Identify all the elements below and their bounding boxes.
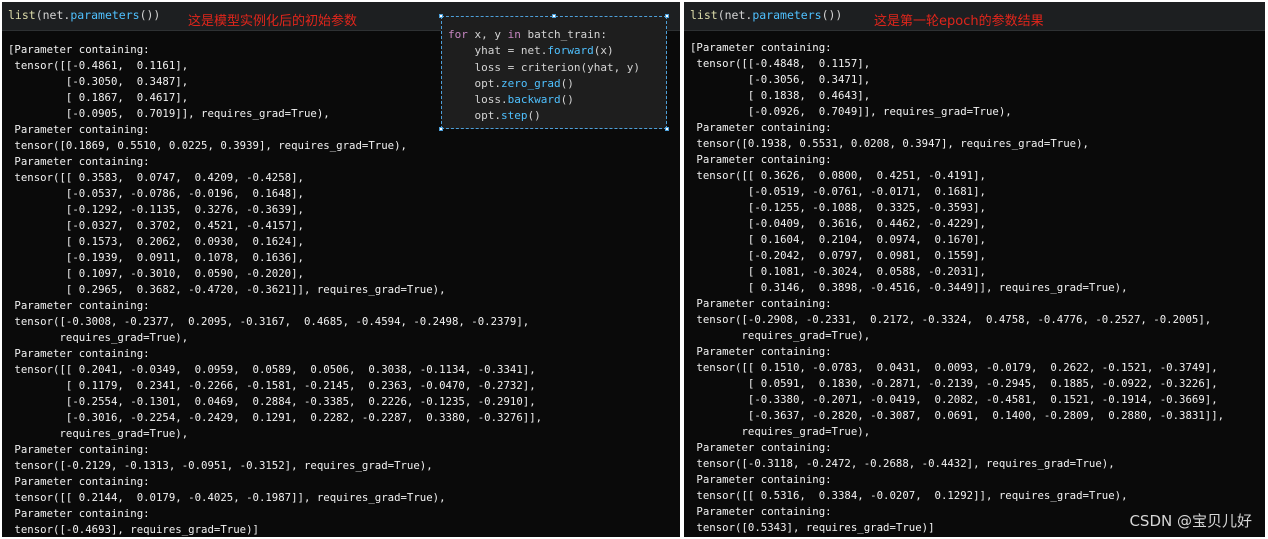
code-line: yhat = net.forward(x) bbox=[448, 44, 614, 58]
method-call: forward bbox=[547, 44, 594, 58]
training-loop-code: for x, y in batch_train: yhat = net.forw… bbox=[448, 27, 640, 125]
training-loop-snippet[interactable]: for x, y in batch_train: yhat = net.forw… bbox=[439, 14, 669, 131]
right-cell-code: list(net.parameters()) bbox=[690, 8, 843, 22]
code-line: loss.backward() bbox=[448, 93, 574, 107]
right-annotation: 这是第一轮epoch的参数结果 bbox=[874, 14, 1044, 29]
code-line: loss = criterion(yhat, y) bbox=[448, 60, 641, 74]
right-output-panel: list(net.parameters()) 这是第一轮epoch的参数结果 [… bbox=[684, 2, 1265, 537]
csdn-watermark: CSDN @宝贝儿好 bbox=[1129, 512, 1252, 530]
keyword: in bbox=[507, 28, 521, 41]
method-call: zero_grad bbox=[500, 76, 561, 90]
left-annotation: 这是模型实例化后的初始参数 bbox=[188, 14, 358, 29]
code-line: for x, y in batch_train: bbox=[448, 28, 607, 41]
resize-handle[interactable] bbox=[665, 14, 669, 18]
resize-handle[interactable] bbox=[439, 127, 443, 131]
resize-handle[interactable] bbox=[439, 14, 443, 18]
resize-handle[interactable] bbox=[665, 127, 669, 131]
method-call: step bbox=[500, 109, 528, 123]
resize-handle[interactable] bbox=[552, 14, 556, 18]
method-call: backward bbox=[507, 93, 561, 107]
code-line: opt.step() bbox=[448, 109, 541, 123]
code-line: opt.zero_grad() bbox=[448, 76, 574, 90]
keyword: for bbox=[448, 28, 468, 41]
right-parameter-output: [Parameter containing: tensor([[-0.4848,… bbox=[690, 41, 1225, 535]
right-code-cell[interactable]: list(net.parameters()) 这是第一轮epoch的参数结果 bbox=[684, 2, 1265, 31]
left-cell-code: list(net.parameters()) bbox=[8, 8, 161, 22]
